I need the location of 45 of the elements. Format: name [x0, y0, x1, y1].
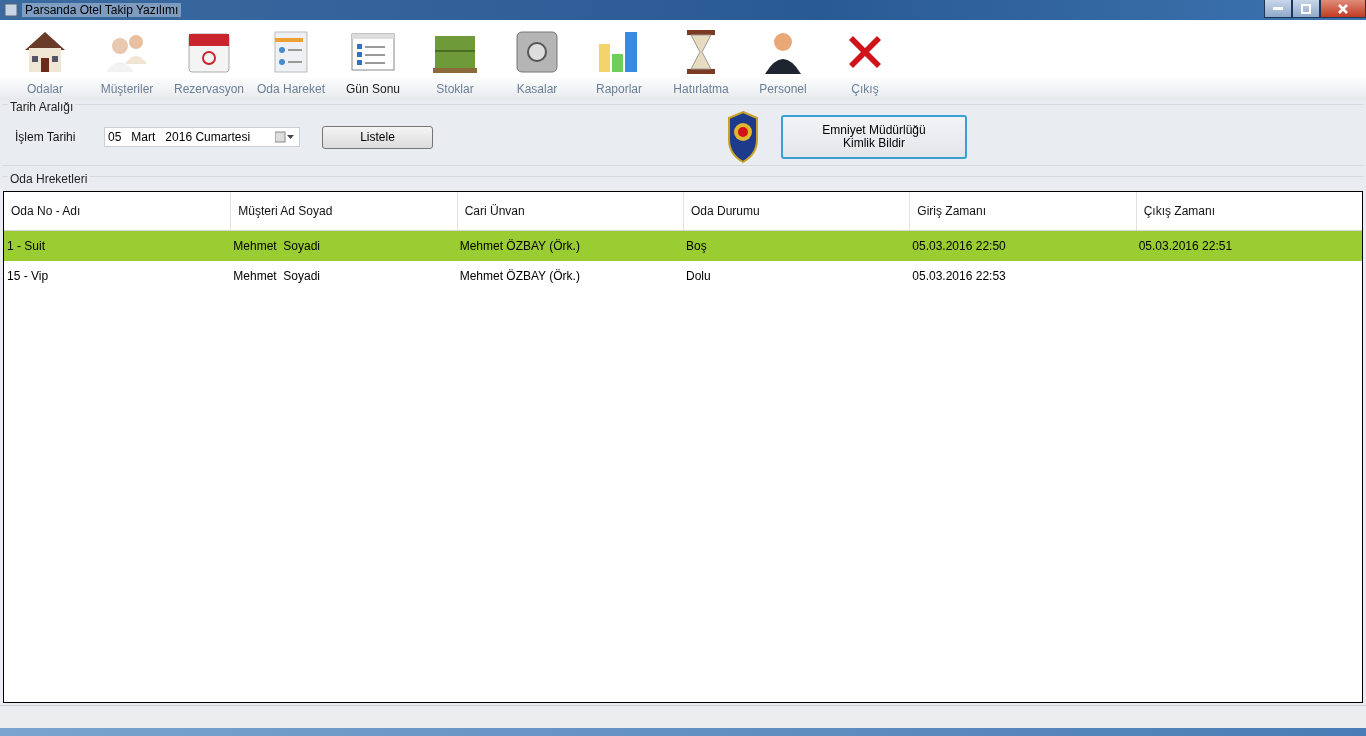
calendar-dropdown-icon: [275, 131, 295, 143]
close-icon: [1338, 3, 1348, 14]
safe-icon: [513, 28, 561, 76]
group-title: Oda Hreketleri: [8, 172, 90, 186]
toolbar-button[interactable]: Gün Sonu: [332, 20, 414, 100]
toolbar-button[interactable]: Kasalar: [496, 20, 578, 100]
window-title: Parsanda Otel Takip Yazılımı: [22, 3, 182, 17]
column-header[interactable]: Müşteri Ad Soyad: [230, 192, 457, 230]
table-cell-text: 1 - Suit: [6, 238, 46, 255]
minimize-icon: [1273, 6, 1283, 11]
column-header[interactable]: Çıkış Zamanı: [1135, 192, 1362, 230]
column-header[interactable]: Cari Ünvan: [456, 192, 683, 230]
table-row[interactable]: 1 - Suit Mehmet Soyadi Mehmet ÖZBAY (Örk.) Boş 05.03.2016 22:50 05.03.2016 22:51: [4, 231, 1362, 261]
toolbar-button[interactable]: Çıkış: [824, 20, 906, 100]
date-picker[interactable]: 05 Mart 2016 Cumartesi: [104, 127, 300, 147]
toolbar-button[interactable]: Oda Hareket: [250, 20, 332, 100]
list-button[interactable]: Listele: [322, 125, 433, 149]
restore-icon: [1301, 3, 1311, 14]
table-cell-text: 05.03.2016 22:53: [911, 268, 1007, 285]
column-header[interactable]: Oda No - Adı: [4, 192, 231, 230]
toolbar-button[interactable]: Raporlar: [578, 20, 660, 100]
maximize-button[interactable]: [1292, 0, 1320, 18]
table-cell-text: 05.03.2016 22:50: [911, 238, 1007, 255]
table-cell-text: Dolu: [685, 268, 712, 285]
toolbar-button[interactable]: Hatırlatma: [660, 20, 742, 100]
group-title: Tarih Aralığı: [8, 100, 76, 114]
column-header[interactable]: Giriş Zamanı: [909, 192, 1136, 230]
table-cell-text: Mehmet Soyadi: [232, 238, 322, 255]
table-cell-text: Mehmet ÖZBAY (Örk.): [458, 268, 581, 285]
column-header[interactable]: Oda Durumu: [683, 192, 910, 230]
table-cell-text: Mehmet ÖZBAY (Örk.): [458, 238, 581, 255]
toolbar-button[interactable]: Rezervasyon: [168, 20, 250, 100]
field-label: İşlem Tarihi: [15, 130, 77, 144]
app-icon: [4, 3, 18, 17]
table-cell-text: Boş: [685, 238, 708, 255]
police-report-button[interactable]: Emniyet Müdürlüğü Kimlik Bildir: [781, 115, 967, 159]
toolbar-button[interactable]: Odalar: [4, 20, 86, 100]
minimize-button[interactable]: [1264, 0, 1292, 18]
close-button[interactable]: [1320, 0, 1366, 18]
table-cell-text: 15 - Vip: [6, 268, 50, 285]
toolbar-button[interactable]: Müşteriler: [86, 20, 168, 100]
toolbar-button[interactable]: Personel: [742, 20, 824, 100]
table-cell-text: Mehmet Soyadi: [232, 268, 322, 285]
table-cell-text: 05.03.2016 22:51: [1137, 238, 1234, 255]
toolbar-button[interactable]: Stoklar: [414, 20, 496, 100]
